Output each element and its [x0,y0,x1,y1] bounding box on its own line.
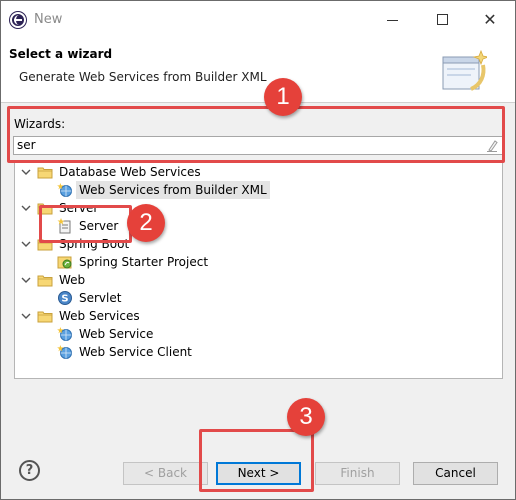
close-button[interactable]: ✕ [479,9,501,31]
annotation-box-next-button [199,429,314,492]
annotation-badge-3: 3 [287,398,325,436]
minimize-button[interactable] [382,9,404,31]
tree-label: Spring Starter Project [79,255,209,269]
chevron-down-icon[interactable] [21,239,31,249]
tree-item-web-service[interactable]: Web Service [57,325,487,343]
chevron-down-icon[interactable] [21,167,31,177]
folder-icon [37,167,53,179]
annotation-box-wizard-filter [7,106,505,163]
tree-folder-web[interactable]: Web [21,271,491,289]
chevron-down-icon[interactable] [21,311,31,321]
wizard-header: Select a wizard Generate Web Services fr… [1,39,515,103]
tree-label: Servlet [79,291,122,305]
help-button[interactable]: ? [19,460,40,481]
eclipse-icon [10,12,26,28]
spring-project-icon [57,256,72,269]
new-wizard-dialog: New ✕ Select a wizard Generate Web Servi… [0,0,516,500]
tree-label: Web Services from Builder XML [76,181,270,199]
header-description: Generate Web Services from Builder XML [19,70,267,84]
web-services-wizard-icon [57,183,72,197]
maximize-button[interactable] [432,9,454,31]
tree-label: Web Service Client [79,345,192,359]
annotation-box-server-item [39,205,132,243]
window-title: New [34,12,63,27]
web-service-client-icon [57,345,72,359]
svg-text:S: S [61,294,68,305]
tree-item-web-service-client[interactable]: Web Service Client [57,343,487,361]
wizard-banner-icon [442,49,487,91]
folder-icon [37,275,53,287]
header-title: Select a wizard [9,47,113,61]
tree-label: Web Services [59,309,140,323]
tree-item-spring-starter-project[interactable]: Spring Starter Project [57,253,487,271]
finish-button[interactable]: Finish [315,462,400,485]
tree-label: Web [59,273,86,287]
tree-item-web-services-from-builder-xml[interactable]: Web Services from Builder XML [57,181,487,199]
tree-item-servlet[interactable]: S Servlet [57,289,487,307]
annotation-badge-2: 2 [127,204,165,242]
tree-folder-web-services[interactable]: Web Services [21,307,491,325]
minimize-icon [387,20,398,21]
wizard-tree[interactable]: Database Web Services Web Services from … [14,162,503,379]
cancel-button[interactable]: Cancel [413,462,498,485]
maximize-icon [437,14,448,25]
chevron-down-icon[interactable] [21,275,31,285]
folder-icon [37,311,53,323]
close-icon: ✕ [483,10,497,29]
tree-label: Database Web Services [59,165,201,179]
chevron-down-icon[interactable] [21,203,31,213]
tree-folder-database-web-services[interactable]: Database Web Services [21,163,491,181]
web-service-icon [57,327,72,341]
back-button[interactable]: < Back [123,462,208,485]
tree-label: Web Service [79,327,154,341]
servlet-icon: S [58,291,72,305]
title-bar: New ✕ [1,1,515,39]
annotation-badge-1: 1 [264,78,302,116]
